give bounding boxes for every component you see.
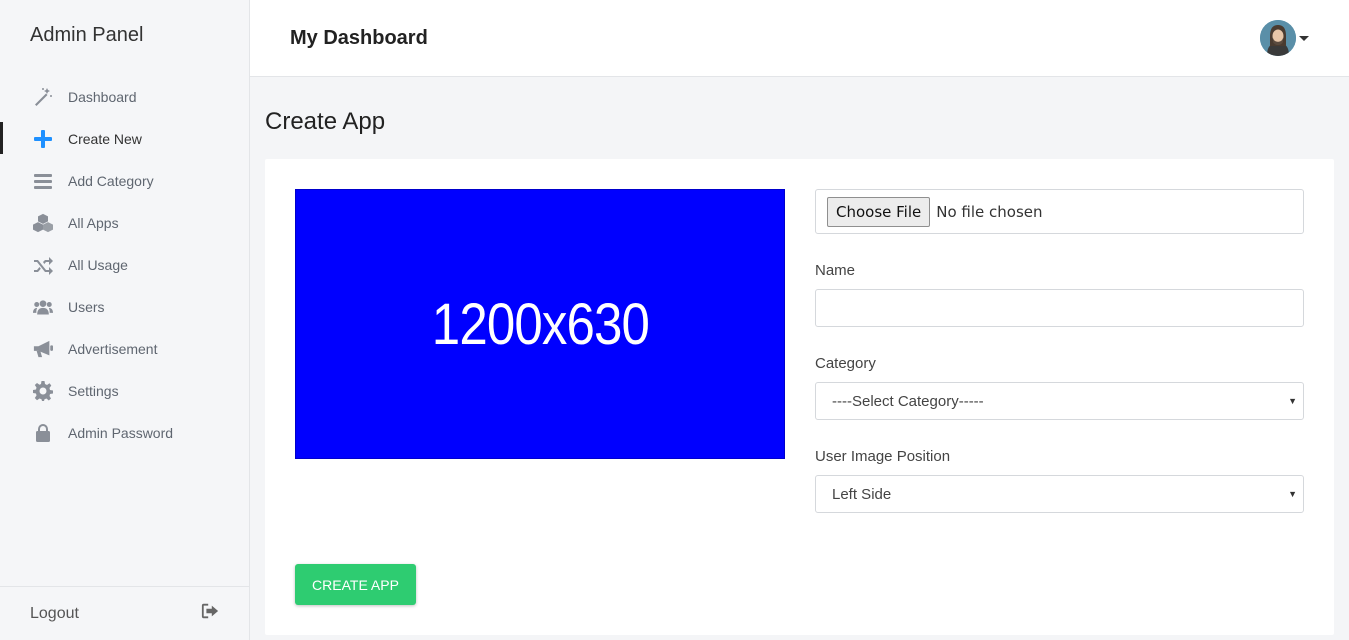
header-title: My Dashboard: [290, 27, 428, 49]
image-preview-placeholder: 1200x630: [295, 189, 785, 459]
sidebar-item-label: Create New: [68, 131, 142, 147]
sidebar-item-add-category[interactable]: Add Category: [0, 160, 249, 202]
create-app-button[interactable]: CREATE APP: [295, 564, 416, 605]
sidebar-item-create-new[interactable]: Create New: [0, 118, 249, 160]
cubes-icon: [32, 212, 54, 234]
gear-icon: [32, 380, 54, 402]
avatar[interactable]: [1260, 20, 1296, 56]
bars-icon: [32, 170, 54, 192]
users-icon: [32, 296, 54, 318]
dropdown-arrow-icon: ▼: [1288, 396, 1297, 406]
lock-icon: [32, 422, 54, 444]
brand-title: Admin Panel: [30, 24, 144, 46]
sidebar-item-label: All Usage: [68, 257, 128, 273]
sidebar-item-label: Advertisement: [68, 341, 158, 357]
create-app-card: 1200x630 Choose File No file chosen Name…: [265, 159, 1334, 635]
dropdown-arrow-icon: ▼: [1288, 489, 1297, 499]
category-select[interactable]: ----Select Category----- ▼: [815, 382, 1304, 420]
name-input[interactable]: [815, 289, 1304, 327]
user-image-position-value: Left Side: [832, 485, 892, 503]
sidebar-item-all-apps[interactable]: All Apps: [0, 202, 249, 244]
sidebar-item-all-usage[interactable]: All Usage: [0, 244, 249, 286]
sidebar: Admin Panel Dashboard Create New Add Cat…: [0, 0, 250, 640]
bullhorn-icon: [32, 338, 54, 360]
user-menu[interactable]: [1260, 20, 1309, 56]
sidebar-item-settings[interactable]: Settings: [0, 370, 249, 412]
file-input[interactable]: Choose File No file chosen: [815, 189, 1304, 234]
sidebar-item-advertisement[interactable]: Advertisement: [0, 328, 249, 370]
sidebar-item-users[interactable]: Users: [0, 286, 249, 328]
sign-out-icon[interactable]: [201, 602, 219, 625]
sidebar-item-label: Admin Password: [68, 425, 174, 441]
image-preview-text: 1200x630: [431, 291, 649, 357]
sidebar-footer: Logout: [0, 586, 249, 640]
category-select-value: ----Select Category-----: [832, 392, 984, 410]
user-image-position-label: User Image Position: [815, 448, 951, 465]
sidebar-item-admin-password[interactable]: Admin Password: [0, 412, 249, 454]
sidebar-item-label: All Apps: [68, 215, 119, 231]
user-image-position-select[interactable]: Left Side ▼: [815, 475, 1304, 513]
sidebar-item-label: Add Category: [68, 173, 154, 189]
plus-icon: [32, 128, 54, 150]
sidebar-item-label: Settings: [68, 383, 119, 399]
name-label: Name: [815, 262, 856, 279]
sidebar-item-label: Users: [68, 299, 105, 315]
file-status-text: No file chosen: [936, 202, 1043, 221]
sidebar-item-label: Dashboard: [68, 89, 137, 105]
shuffle-icon: [32, 254, 54, 276]
sidebar-item-dashboard[interactable]: Dashboard: [0, 76, 249, 118]
page-title: Create App: [265, 108, 386, 135]
category-label: Category: [815, 355, 876, 372]
create-app-form: Choose File No file chosen Name Category…: [815, 189, 1304, 513]
choose-file-button[interactable]: Choose File: [827, 196, 931, 227]
top-header: My Dashboard: [250, 0, 1349, 77]
logout-link[interactable]: Logout: [30, 605, 79, 623]
magic-wand-icon: [32, 86, 54, 108]
chevron-down-icon: [1299, 35, 1309, 41]
sidebar-nav: Dashboard Create New Add Category All Ap…: [0, 76, 249, 454]
